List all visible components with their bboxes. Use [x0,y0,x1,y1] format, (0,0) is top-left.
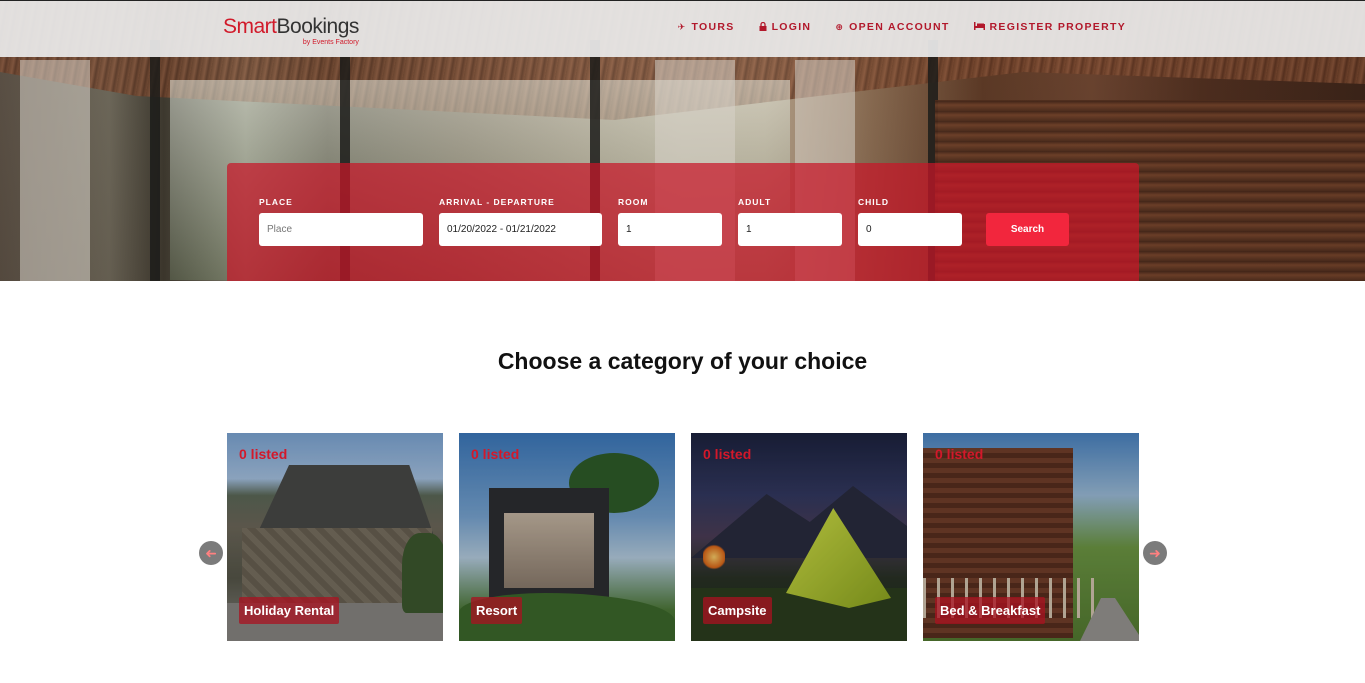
listing-count: 0 listed [471,446,520,462]
top-navbar: SmartBookings by Events Factory ✈ TOURS … [0,0,1365,57]
section-title: Choose a category of your choice [497,348,868,374]
nav-link-register-property[interactable]: REGISTER PROPERTY [973,21,1126,33]
search-panel: PLACE Place ARRIVAL - DEPARTURE 01/20/20… [227,163,1139,281]
dates-field: ARRIVAL - DEPARTURE 01/20/2022 - 01/21/2… [439,197,602,246]
brand-logo[interactable]: SmartBookings by Events Factory [223,16,359,47]
carousel-next-button[interactable]: ➜ [1143,541,1167,565]
bed-icon [973,22,985,32]
dates-label: ARRIVAL - DEPARTURE [439,197,555,207]
plus-circle-icon: ⊕ [835,21,845,32]
child-field: CHILD 0 [858,197,962,246]
logo-wordmark: SmartBookings [223,16,359,38]
category-card-bed-and-breakfast[interactable]: 0 listed Bed & Breakfast [923,433,1139,641]
hero-window-frame [150,40,160,281]
listing-count: 0 listed [239,446,288,462]
nav-link-label: TOURS [691,21,735,33]
arrow-left-icon: ➜ [205,544,217,561]
room-label: ROOM [618,197,649,207]
adult-label: ADULT [738,197,772,207]
category-label: Campsite [703,597,772,624]
room-field: ROOM 1 [618,197,722,246]
nav-link-tours[interactable]: ✈ TOURS [678,21,735,33]
category-carousel: ➜ 0 listed Holiday Rental 0 listed Resor… [199,433,1167,641]
category-card-holiday-rental[interactable]: 0 listed Holiday Rental [227,433,443,641]
logo-smart: Smart [223,15,277,38]
hero-curtain [20,60,90,281]
category-card-campsite[interactable]: 0 listed Campsite [691,433,907,641]
listing-count: 0 listed [703,446,752,462]
carousel-prev-button[interactable]: ➜ [199,541,223,565]
listing-count: 0 listed [935,446,984,462]
logo-bookings: Bookings [276,15,360,38]
nav-link-label: REGISTER PROPERTY [989,21,1126,33]
child-input[interactable]: 0 [858,213,962,246]
category-card-resort[interactable]: 0 listed Resort [459,433,675,641]
nav-link-open-account[interactable]: ⊕ OPEN ACCOUNT [835,21,949,33]
nav-link-login[interactable]: LOGIN [759,21,812,33]
date-range-input[interactable]: 01/20/2022 - 01/21/2022 [439,213,602,246]
nav-links: ✈ TOURS LOGIN ⊕ OPEN ACCOUNT REGISTER PR… [678,21,1126,33]
place-label: PLACE [259,197,293,207]
search-button[interactable]: Search [986,213,1069,246]
plane-icon: ✈ [677,21,687,32]
nav-link-label: LOGIN [771,21,812,33]
arrow-right-icon: ➜ [1149,544,1161,561]
lock-icon [759,21,767,33]
place-input[interactable]: Place [259,213,423,246]
nav-link-label: OPEN ACCOUNT [849,21,950,33]
category-label: Bed & Breakfast [935,597,1046,624]
adult-input[interactable]: 1 [738,213,842,246]
category-label: Holiday Rental [239,597,340,624]
room-input[interactable]: 1 [618,213,722,246]
logo-subtitle: by Events Factory [302,39,359,46]
child-label: CHILD [858,197,889,207]
category-label: Resort [471,597,523,624]
place-field: PLACE Place [259,197,423,246]
adult-field: ADULT 1 [738,197,842,246]
